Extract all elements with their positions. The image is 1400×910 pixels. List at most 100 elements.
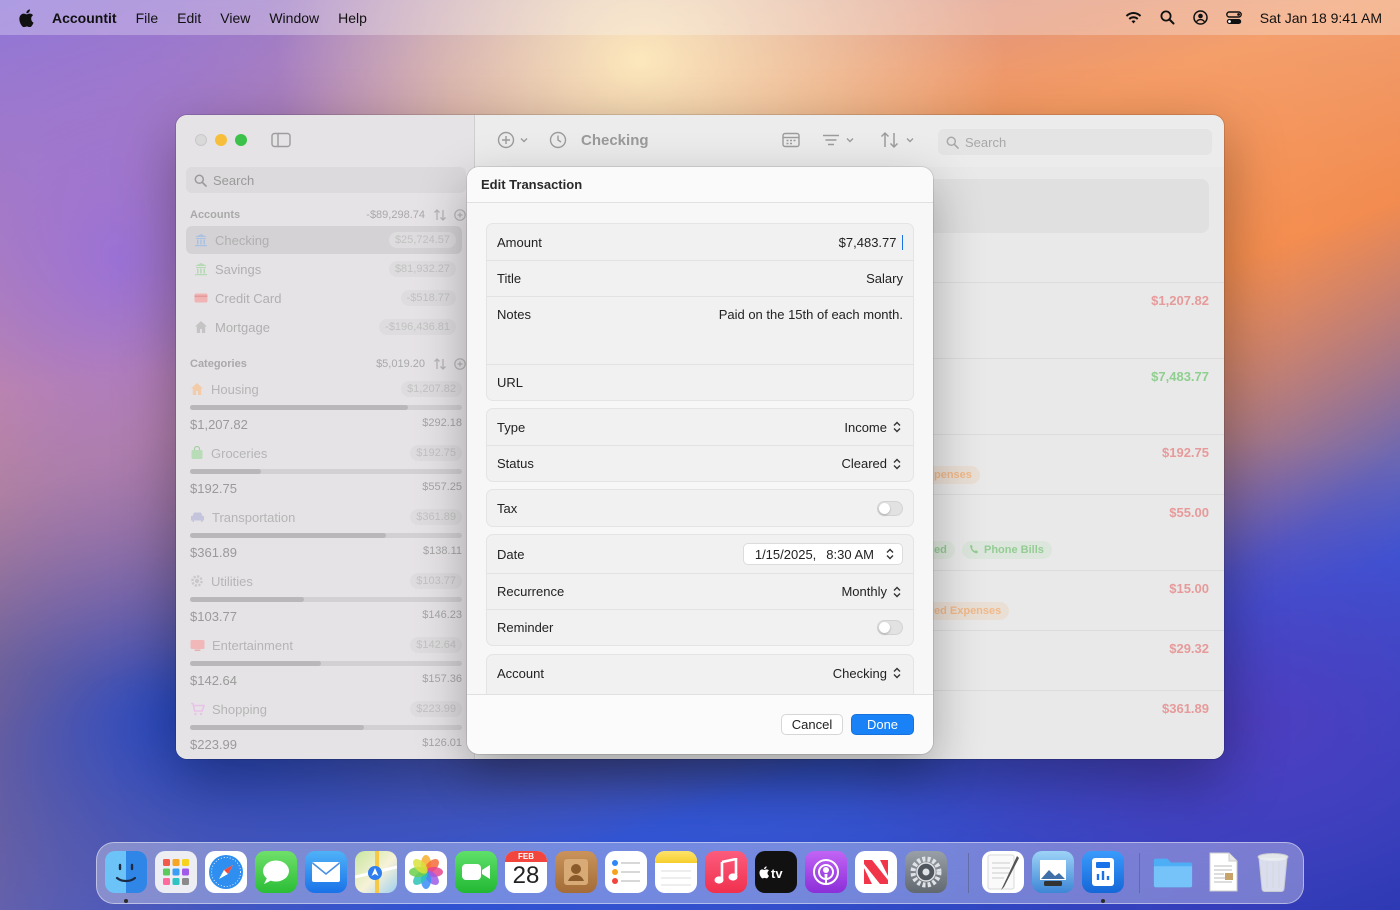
- reminders-icon[interactable]: [605, 851, 647, 893]
- category-groceries[interactable]: Groceries $192.75 $192.75 $557.25: [190, 441, 462, 496]
- sort-icon[interactable]: [433, 209, 447, 221]
- filter-menu-icon[interactable]: [822, 131, 858, 149]
- sidebar-item-credit-card[interactable]: Credit Card -$518.77: [186, 284, 462, 312]
- amount-field[interactable]: $7,483.77: [839, 234, 903, 250]
- tax-toggle[interactable]: [877, 500, 903, 516]
- contacts-icon[interactable]: [555, 851, 597, 893]
- sidebar-item-checking[interactable]: Checking $25,724.57: [186, 226, 462, 254]
- category-transportation[interactable]: Transportation $361.89 $361.89 $138.11: [190, 505, 462, 560]
- calendar-view-icon[interactable]: [782, 131, 800, 149]
- menu-window[interactable]: Window: [269, 10, 319, 26]
- categories-header: Categories $5,019.20: [190, 358, 466, 370]
- account-popup[interactable]: Checking: [833, 666, 903, 681]
- news-icon[interactable]: [855, 851, 897, 893]
- category-spent: $223.99: [190, 737, 237, 752]
- menu-clock[interactable]: Sat Jan 18 9:41 AM: [1260, 10, 1382, 26]
- menu-file[interactable]: File: [136, 10, 159, 26]
- account-row[interactable]: Account Checking: [487, 655, 913, 691]
- type-value: Income: [844, 419, 887, 435]
- mail-icon[interactable]: [305, 851, 347, 893]
- running-indicator: [124, 899, 128, 903]
- add-category-icon[interactable]: [454, 358, 466, 370]
- type-row[interactable]: Type Income: [487, 409, 913, 445]
- accounts-header: Accounts -$89,298.74: [190, 209, 466, 221]
- category-progress-bar: [190, 469, 462, 474]
- menu-help[interactable]: Help: [338, 10, 367, 26]
- recurrence-row[interactable]: Recurrence Monthly: [487, 573, 913, 609]
- folder-icon[interactable]: [1152, 851, 1194, 893]
- toolbar-search-field[interactable]: Search: [938, 129, 1212, 155]
- notes-icon[interactable]: [655, 851, 697, 893]
- wifi-icon[interactable]: [1125, 11, 1142, 24]
- chevron-up-down-icon: [893, 586, 901, 597]
- title-field[interactable]: Salary: [866, 271, 903, 286]
- system-settings-icon[interactable]: [905, 851, 947, 893]
- calendar-month: FEB: [505, 851, 547, 862]
- calendar-icon[interactable]: FEB 28: [505, 851, 547, 893]
- status-row[interactable]: Status Cleared: [487, 445, 913, 481]
- category-entertainment[interactable]: Entertainment $142.64 $142.64 $157.36: [190, 633, 462, 688]
- recurrence-popup[interactable]: Monthly: [841, 584, 903, 599]
- search-icon[interactable]: [1160, 10, 1175, 25]
- title-row[interactable]: Title Salary: [487, 260, 913, 296]
- maps-icon[interactable]: [355, 851, 397, 893]
- transaction-amount: $192.75: [1162, 445, 1209, 460]
- photos-icon[interactable]: [405, 851, 447, 893]
- sidebar-item-mortgage[interactable]: Mortgage -$196,436.81: [186, 313, 462, 341]
- url-row[interactable]: URL: [487, 364, 913, 400]
- bank-icon: [195, 263, 207, 276]
- launchpad-icon[interactable]: [155, 851, 197, 893]
- notes-row[interactable]: Notes Paid on the 15th of each month.: [487, 296, 913, 364]
- category-shopping[interactable]: Shopping $223.99 $223.99 $126.01: [190, 697, 462, 752]
- preview-icon[interactable]: [1032, 851, 1074, 893]
- history-icon[interactable]: [549, 131, 567, 149]
- account-value: Checking: [832, 665, 887, 681]
- add-account-icon[interactable]: [454, 209, 466, 221]
- control-center-icon[interactable]: [1225, 10, 1242, 25]
- apple-logo-icon[interactable]: [18, 8, 34, 27]
- sidebar-search-field[interactable]: Search: [186, 167, 466, 193]
- category-utilities[interactable]: Utilities $103.77 $103.77 $146.23: [190, 569, 462, 624]
- user-account-icon[interactable]: [1193, 10, 1208, 25]
- safari-icon[interactable]: [205, 851, 247, 893]
- amount-row[interactable]: Amount $7,483.77: [487, 224, 913, 260]
- close-window-button[interactable]: [195, 134, 207, 146]
- textedit-icon[interactable]: [982, 851, 1024, 893]
- menu-edit[interactable]: Edit: [177, 10, 201, 26]
- category-progress-bar: [190, 597, 462, 602]
- minimize-window-button[interactable]: [215, 134, 227, 146]
- sort-icon[interactable]: [433, 358, 447, 370]
- notes-field[interactable]: Paid on the 15th of each month.: [719, 307, 903, 322]
- done-button[interactable]: Done: [851, 714, 914, 735]
- status-popup[interactable]: Cleared: [841, 456, 903, 471]
- type-popup[interactable]: Income: [844, 420, 903, 435]
- add-transaction-icon[interactable]: [497, 131, 533, 149]
- document-icon[interactable]: [1202, 851, 1244, 893]
- date-picker[interactable]: 1/15/2025, 8:30 AM: [742, 543, 903, 565]
- accounts-total: -$89,298.74: [366, 209, 425, 221]
- sidebar-item-savings[interactable]: Savings $81,932.27: [186, 255, 462, 283]
- search-icon: [194, 174, 207, 187]
- menu-view[interactable]: View: [220, 10, 250, 26]
- cancel-button[interactable]: Cancel: [781, 714, 843, 735]
- time-value[interactable]: 8:30 AM: [826, 547, 874, 562]
- sidebar-toggle-icon[interactable]: [271, 132, 291, 148]
- category-progress-bar: [190, 533, 462, 538]
- trash-icon[interactable]: [1252, 851, 1294, 893]
- account-balance: -$196,436.81: [379, 319, 456, 335]
- sort-menu-icon[interactable]: [880, 131, 918, 149]
- finder-icon[interactable]: [105, 851, 147, 893]
- category-housing[interactable]: Housing $1,207.82 $1,207.82 $292.18: [190, 377, 462, 432]
- reminder-toggle[interactable]: [877, 620, 903, 635]
- messages-icon[interactable]: [255, 851, 297, 893]
- accountit-icon[interactable]: [1082, 851, 1124, 893]
- music-icon[interactable]: [705, 851, 747, 893]
- date-stepper-icon[interactable]: [884, 547, 896, 561]
- podcasts-icon[interactable]: [805, 851, 847, 893]
- date-value[interactable]: 1/15/2025,: [755, 547, 816, 562]
- zoom-window-button[interactable]: [235, 134, 247, 146]
- appletv-icon[interactable]: tv: [755, 851, 797, 893]
- category-progress-bar: [190, 405, 462, 410]
- facetime-icon[interactable]: [455, 851, 497, 893]
- menu-app-name[interactable]: Accountit: [52, 10, 117, 26]
